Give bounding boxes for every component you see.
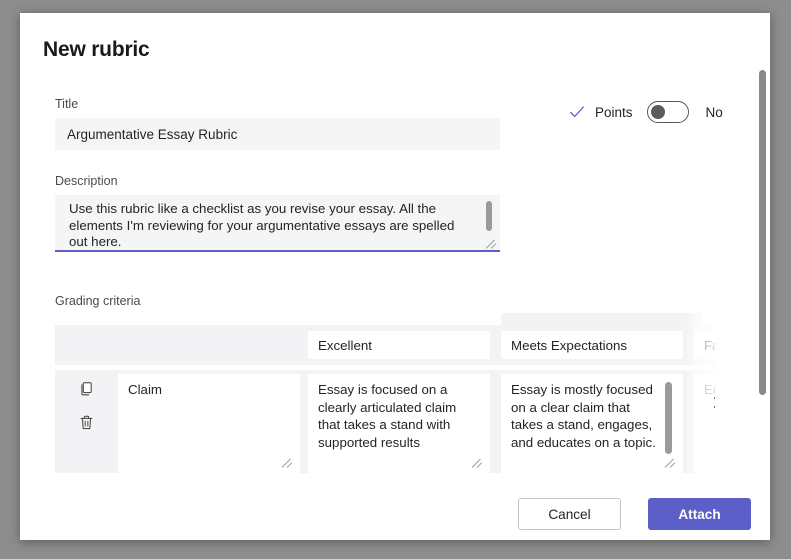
copy-icon[interactable] xyxy=(74,376,98,400)
criteria-cell-excellent[interactable]: Essay is focused on a clearly articulate… xyxy=(308,374,490,473)
dialog-scrollbar[interactable] xyxy=(756,13,770,540)
criteria-cell-fair[interactable] xyxy=(694,374,715,473)
attach-button[interactable]: Attach xyxy=(648,498,751,530)
dialog-footer: Cancel Attach xyxy=(20,485,756,540)
criteria-cell-meets-expectations[interactable]: Essay is mostly focused on a clear claim… xyxy=(501,374,683,473)
table-row: Claim Essay is focused on a clearly arti… xyxy=(55,370,715,473)
grading-criteria-table: Claim Essay is focused on a clearly arti… xyxy=(55,313,715,473)
criteria-name-cell[interactable]: Claim xyxy=(118,374,300,473)
description-scrollbar-thumb[interactable] xyxy=(486,201,492,231)
criteria-header-meets-expectations[interactable] xyxy=(501,331,683,359)
criteria-header-fair[interactable] xyxy=(694,331,715,359)
chevron-right-icon[interactable] xyxy=(705,391,715,413)
dialog-scrollbar-thumb[interactable] xyxy=(759,70,766,395)
criteria-cell-scrollbar-thumb[interactable] xyxy=(665,382,672,454)
criteria-cell-excellent-resize-handle[interactable] xyxy=(472,456,485,469)
criteria-cell-meets-expectations-resize-handle[interactable] xyxy=(665,456,678,469)
description-field-label: Description xyxy=(55,174,118,188)
checkmark-icon xyxy=(568,103,586,121)
description-resize-handle[interactable] xyxy=(486,237,499,250)
rubric-description-input[interactable]: Use this rubric like a checklist as you … xyxy=(55,195,500,252)
criteria-name-resize-handle[interactable] xyxy=(282,456,295,469)
cancel-button[interactable]: Cancel xyxy=(518,498,621,530)
points-toggle-row: Points No xyxy=(568,101,723,123)
grading-criteria-label: Grading criteria xyxy=(55,294,140,308)
points-toggle-switch[interactable] xyxy=(647,101,689,123)
points-label: Points xyxy=(595,105,633,120)
page-title: New rubric xyxy=(43,38,150,62)
description-field-wrapper: Use this rubric like a checklist as you … xyxy=(55,195,500,254)
new-rubric-dialog: New rubric Title Points No Description U… xyxy=(20,13,770,540)
criteria-header-excellent[interactable] xyxy=(308,331,490,359)
points-toggle-value: No xyxy=(706,105,723,120)
rubric-title-input[interactable] xyxy=(55,118,500,150)
points-toggle-knob xyxy=(651,105,665,119)
row-action-group xyxy=(65,376,107,434)
trash-icon[interactable] xyxy=(74,410,98,434)
criteria-header-row xyxy=(55,325,715,365)
dialog-content: New rubric Title Points No Description U… xyxy=(20,13,756,540)
title-field-label: Title xyxy=(55,97,78,111)
